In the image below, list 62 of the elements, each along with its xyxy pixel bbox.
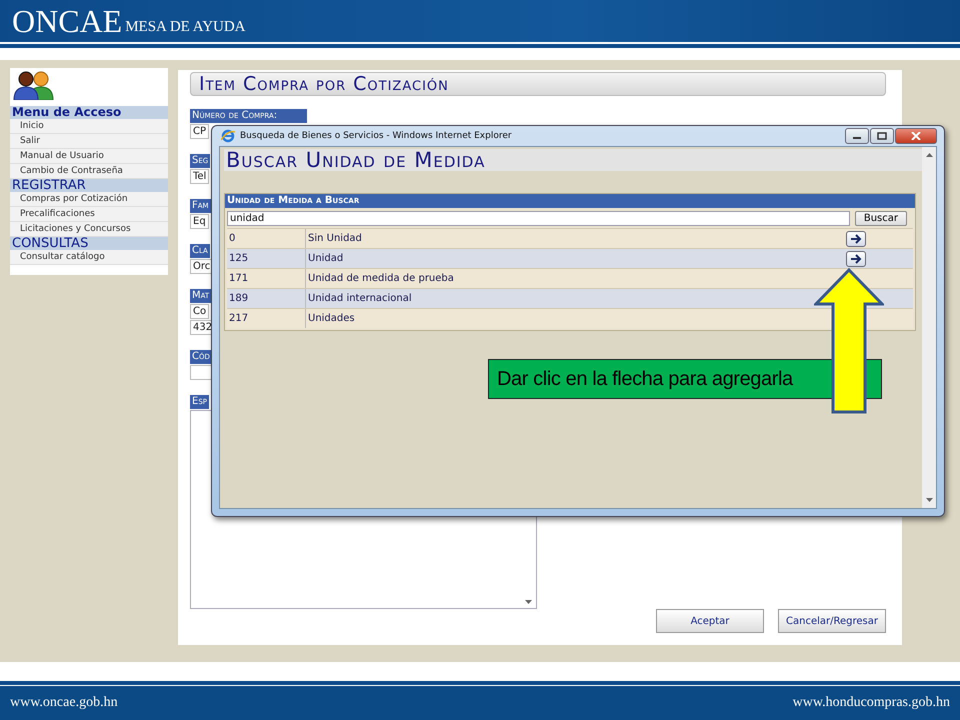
maximize-icon [877,132,887,140]
menu-item[interactable]: Salir [10,134,168,149]
page-title: Item Compra por Cotización [190,72,886,96]
result-row[interactable]: 125 Unidad [227,248,913,268]
close-button[interactable] [895,128,937,144]
search-button[interactable]: Buscar [854,211,907,226]
users-icon [12,70,56,100]
field-label: Número de Compra: [190,109,308,123]
field-label: Esp [190,395,209,409]
minimize-button[interactable] [845,128,869,144]
menu-item[interactable]: Cambio de Contraseña [10,164,168,179]
menu-section-title: REGISTRAR [10,179,168,192]
form-button[interactable]: Aceptar [656,609,764,633]
window-title: Busqueda de Bienes o Servicios - Windows Internet Explorer [240,131,512,141]
callout-text: Dar clic en la flecha para agregarla [497,368,793,390]
menu-item[interactable]: Consultar catálogo [10,250,168,265]
table-cell-text: Unidad internacional [307,293,413,304]
result-row[interactable]: 217 Unidades [227,308,913,328]
field-label: Cód [190,350,212,364]
field-label: Cla [190,244,210,258]
footer-link[interactable]: www.honducompras.gob.hn [792,695,950,711]
input-field[interactable]: Co [190,304,210,319]
result-row[interactable]: 0 Sin Unidad [227,228,913,248]
browser-icon [221,129,235,143]
search-panel-title: Unidad de Medida a Buscar [225,194,915,208]
field-label: Seg [190,154,210,168]
menu-section-title: Menu de Acceso [10,106,168,119]
table-cell-text: Sin Unidad [307,233,363,244]
arrow-button[interactable] [846,251,866,267]
table-cell-text: Unidad [307,253,344,264]
up-arrow-icon [814,268,884,414]
menu-item[interactable]: Compras por Cotización [10,192,168,207]
menu-section-title: CONSULTAS [10,237,168,250]
table-cell: 217 [227,309,306,328]
menu-item[interactable]: Licitaciones y Concursos [10,222,168,237]
popup-heading: Buscar Unidad de Medida [224,149,922,171]
footer-link[interactable]: www.oncae.gob.hn [10,695,118,711]
maximize-button[interactable] [870,128,894,144]
form-button[interactable]: Cancelar/Regresar [778,609,886,633]
field-label: Fam [190,199,211,213]
search-field[interactable]: unidad [227,211,850,226]
menu-item[interactable]: Inicio [10,119,168,134]
result-row[interactable]: 189 Unidad internacional [227,288,913,308]
input-field[interactable]: Tel [190,169,210,184]
header-subtitle: MESA DE AYUDA [125,18,246,37]
table-cell-text: Unidades [307,313,356,324]
scroll-down-icon [525,600,532,604]
arrow-button[interactable] [846,231,866,247]
menu-item[interactable]: Manual de Usuario [10,149,168,164]
field-label: Mat [190,289,212,303]
scroll-down-icon[interactable] [926,498,932,502]
table-cell-text: Unidad de medida de prueba [307,273,455,284]
right-arrow-icon [850,254,862,264]
scroll-up-icon[interactable] [926,153,932,157]
menu-item[interactable]: Precalificaciones [10,207,168,222]
right-arrow-icon [850,234,862,244]
logo-text: ONCAE [12,4,122,38]
input-field[interactable]: Eq [190,214,209,229]
input-field[interactable]: CP [190,124,210,139]
close-icon [911,132,921,140]
scrollbar[interactable] [922,147,936,508]
result-row[interactable]: 171 Unidad de medida de prueba [227,268,913,288]
